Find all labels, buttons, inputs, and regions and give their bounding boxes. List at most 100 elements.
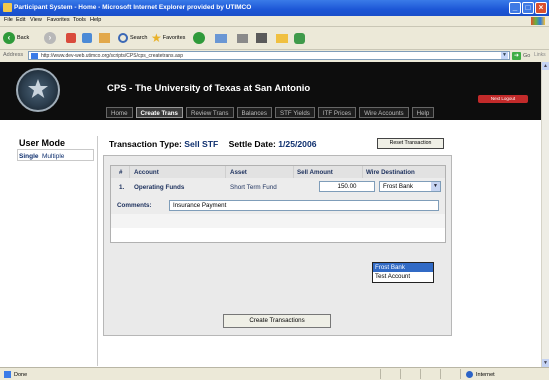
- wire-destination-value: Frost Bank: [383, 183, 413, 190]
- maximize-button[interactable]: □: [522, 2, 534, 14]
- col-wire-destination: Wire Destination: [366, 169, 415, 176]
- divider: [97, 136, 98, 366]
- status-divider: [440, 369, 441, 379]
- window-title: Participant System - Home - Microsoft In…: [14, 4, 252, 11]
- empty-row: [111, 214, 445, 228]
- forward-arrow-icon: ›: [44, 32, 56, 44]
- home-icon: [99, 33, 110, 43]
- print-button[interactable]: [237, 31, 248, 45]
- edit-button[interactable]: [256, 31, 267, 45]
- status-text: Done: [14, 371, 28, 378]
- search-icon: [118, 33, 128, 43]
- menu-view[interactable]: View: [30, 17, 42, 23]
- sell-amount-input[interactable]: 150.00: [319, 181, 375, 192]
- page-icon: [31, 53, 38, 59]
- back-arrow-icon: ‹: [3, 32, 15, 44]
- main-nav: Home Create Trans Review Trans Balances …: [106, 107, 435, 119]
- window-titlebar: Participant System - Home - Microsoft In…: [0, 0, 549, 16]
- status-left: Done: [4, 371, 27, 378]
- chevron-down-icon[interactable]: ▼: [431, 182, 440, 191]
- type-value: Sell STF: [184, 139, 219, 149]
- menu-tools[interactable]: Tools: [73, 17, 86, 23]
- nav-review-trans[interactable]: Review Trans: [186, 107, 234, 118]
- create-transactions-button[interactable]: Create Transactions: [223, 314, 331, 328]
- nav-home[interactable]: Home: [106, 107, 133, 118]
- status-bar: Done Internet: [0, 367, 549, 380]
- folder-button[interactable]: [276, 31, 288, 45]
- menu-favorites[interactable]: Favorites: [47, 17, 70, 23]
- refresh-button[interactable]: [82, 31, 92, 45]
- mode-multiple-link[interactable]: Multiple: [42, 153, 64, 160]
- nav-balances[interactable]: Balances: [236, 107, 272, 118]
- site-title: CPS - The University of Texas at San Ant…: [107, 83, 311, 94]
- site-header: CPS - The University of Texas at San Ant…: [0, 62, 541, 120]
- favorites-button[interactable]: ★ Favorites: [151, 31, 185, 45]
- logout-button[interactable]: Next Logout: [478, 95, 528, 103]
- address-input[interactable]: http://www.dev-web.utimco.org/scripts/CP…: [28, 51, 510, 60]
- messenger-icon: [294, 32, 305, 44]
- vertical-scrollbar[interactable]: ▲ ▼: [541, 62, 549, 367]
- mode-single-link[interactable]: Single: [19, 153, 39, 160]
- transaction-header: Transaction Type: Sell STF Settle Date: …: [109, 139, 317, 149]
- status-divider: [380, 369, 381, 379]
- go-arrow-icon: ➜: [512, 51, 521, 60]
- page-icon: [4, 371, 11, 378]
- scroll-up-icon[interactable]: ▲: [542, 62, 549, 70]
- menu-bar: File Edit View Favorites Tools Help: [0, 16, 549, 27]
- table-row: 1. Operating Funds Short Term Fund 150.0…: [111, 178, 445, 198]
- date-value: 1/25/2006: [278, 139, 317, 149]
- wire-destination-dropdown: Frost Bank Test Account: [372, 262, 434, 283]
- mail-button[interactable]: [215, 31, 227, 45]
- stop-icon: [66, 33, 76, 43]
- go-button[interactable]: ➜ Go: [512, 51, 530, 60]
- stop-button[interactable]: [66, 31, 76, 45]
- transaction-table: # Account Asset Sell Amount Wire Destina…: [110, 165, 446, 243]
- home-button[interactable]: [99, 31, 110, 45]
- menu-file[interactable]: File: [4, 17, 13, 23]
- edit-icon: [256, 33, 267, 43]
- nav-help[interactable]: Help: [411, 107, 435, 118]
- scroll-down-icon[interactable]: ▼: [542, 359, 549, 367]
- messenger-button[interactable]: [294, 31, 305, 45]
- transaction-panel: # Account Asset Sell Amount Wire Destina…: [103, 155, 452, 336]
- star-icon: ★: [151, 31, 162, 45]
- user-mode-title: User Mode: [19, 138, 66, 148]
- col-asset: Asset: [230, 169, 247, 176]
- menu-edit[interactable]: Edit: [16, 17, 25, 23]
- ie-icon: [3, 3, 12, 12]
- go-label: Go: [523, 52, 531, 59]
- nav-stf-yields[interactable]: STF Yields: [274, 107, 315, 118]
- close-button[interactable]: ×: [535, 2, 547, 14]
- dropdown-option-test-account[interactable]: Test Account: [373, 272, 433, 281]
- type-label: Transaction Type:: [109, 139, 182, 149]
- back-button[interactable]: ‹ Back: [3, 31, 29, 45]
- comments-label: Comments:: [117, 202, 152, 209]
- page-viewport: CPS - The University of Texas at San Ant…: [0, 62, 541, 367]
- forward-button[interactable]: ›: [44, 31, 56, 45]
- favorites-label: Favorites: [162, 35, 186, 41]
- reset-transaction-button[interactable]: Reset Transaction: [377, 138, 444, 149]
- status-divider: [460, 369, 461, 379]
- comments-input[interactable]: Insurance Payment: [169, 200, 439, 211]
- address-url: http://www.dev-web.utimco.org/scripts/CP…: [41, 53, 184, 59]
- menu-help[interactable]: Help: [90, 17, 101, 23]
- wire-destination-select[interactable]: Frost Bank ▼: [379, 181, 441, 192]
- links-label[interactable]: Links: [534, 52, 546, 58]
- history-button[interactable]: [193, 31, 205, 45]
- status-zone: Internet: [466, 371, 495, 378]
- col-number: #: [119, 169, 123, 176]
- chevron-down-icon[interactable]: ▼: [501, 52, 508, 59]
- status-divider: [420, 369, 421, 379]
- row-number: 1.: [119, 184, 125, 191]
- print-icon: [237, 33, 248, 43]
- comments-row: Comments: Insurance Payment: [111, 197, 445, 215]
- search-button[interactable]: Search: [118, 31, 147, 45]
- history-icon: [193, 32, 205, 44]
- nav-itf-prices[interactable]: ITF Prices: [317, 107, 357, 118]
- dropdown-option-frost-bank[interactable]: Frost Bank: [373, 263, 433, 272]
- nav-wire-accounts[interactable]: Wire Accounts: [359, 107, 409, 118]
- address-label: Address: [3, 52, 24, 58]
- nav-create-trans[interactable]: Create Trans: [135, 107, 184, 118]
- date-label: Settle Date:: [228, 139, 276, 149]
- minimize-button[interactable]: _: [509, 2, 521, 14]
